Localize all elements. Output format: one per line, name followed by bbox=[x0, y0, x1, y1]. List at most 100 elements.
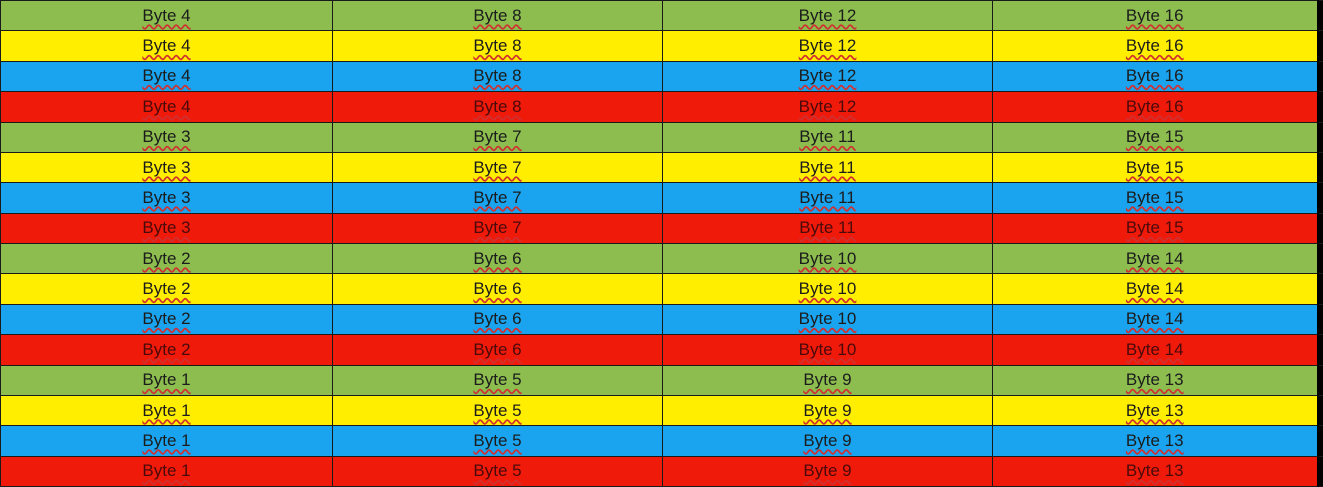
grid-cell[interactable]: Byte 4 bbox=[0, 60, 333, 93]
grid-cell[interactable]: Byte 9 bbox=[662, 455, 993, 487]
grid-cell[interactable]: Byte 10 bbox=[662, 334, 993, 366]
cell-label: Byte 5 bbox=[473, 461, 522, 481]
grid-cell[interactable]: Byte 12 bbox=[662, 30, 993, 62]
grid-cell[interactable]: Byte 14 bbox=[992, 242, 1318, 275]
grid-cell[interactable]: Byte 8 bbox=[332, 60, 663, 93]
grid-cell[interactable]: Byte 5 bbox=[332, 364, 663, 396]
cell-label: Byte 10 bbox=[798, 248, 857, 268]
cell-label: Byte 4 bbox=[142, 36, 191, 56]
cell-label: Byte 11 bbox=[799, 187, 856, 207]
grid-cell[interactable]: Byte 16 bbox=[992, 0, 1318, 32]
grid-cell[interactable]: Byte 3 bbox=[0, 121, 333, 153]
cell-label: Byte 9 bbox=[803, 461, 852, 481]
grid-cell[interactable]: Byte 3 bbox=[0, 151, 333, 184]
grid-cell[interactable]: Byte 13 bbox=[992, 394, 1318, 427]
grid-cell[interactable]: Byte 10 bbox=[662, 273, 993, 305]
grid-cell[interactable]: Byte 16 bbox=[992, 30, 1318, 62]
grid-cell[interactable]: Byte 11 bbox=[662, 121, 993, 153]
grid-cell[interactable]: Byte 7 bbox=[332, 121, 663, 153]
grid-cell[interactable]: Byte 1 bbox=[0, 364, 333, 396]
grid-edge bbox=[1316, 0, 1323, 32]
grid-cell[interactable]: Byte 15 bbox=[992, 151, 1318, 184]
grid-cell[interactable]: Byte 1 bbox=[0, 425, 333, 457]
grid-cell[interactable]: Byte 13 bbox=[992, 425, 1318, 457]
grid-cell[interactable]: Byte 9 bbox=[662, 364, 993, 396]
grid-cell[interactable]: Byte 15 bbox=[992, 121, 1318, 153]
grid-cell[interactable]: Byte 11 bbox=[662, 182, 993, 214]
grid-row: Byte 1 Byte 5 Byte 9 Byte 13 bbox=[0, 425, 1323, 457]
grid-cell[interactable]: Byte 7 bbox=[332, 182, 663, 214]
cell-label: Byte 10 bbox=[798, 339, 857, 359]
cell-label: Byte 6 bbox=[473, 309, 522, 329]
grid-cell[interactable]: Byte 14 bbox=[992, 273, 1318, 305]
cell-label: Byte 16 bbox=[1125, 5, 1184, 25]
grid-cell[interactable]: Byte 3 bbox=[0, 212, 333, 245]
cell-label: Byte 6 bbox=[473, 339, 522, 359]
grid-cell[interactable]: Byte 10 bbox=[662, 242, 993, 275]
cell-label: Byte 12 bbox=[798, 66, 857, 86]
cell-label: Byte 5 bbox=[473, 400, 522, 420]
grid-cell[interactable]: Byte 4 bbox=[0, 0, 333, 32]
grid-cell[interactable]: Byte 9 bbox=[662, 394, 993, 427]
grid-edge bbox=[1316, 182, 1323, 214]
cell-label: Byte 15 bbox=[1125, 187, 1184, 207]
grid-edge bbox=[1316, 30, 1323, 62]
grid-cell[interactable]: Byte 13 bbox=[992, 455, 1318, 487]
grid-cell[interactable]: Byte 3 bbox=[0, 182, 333, 214]
grid-row: Byte 3 Byte 7 Byte 11 Byte 15 bbox=[0, 182, 1323, 214]
grid-cell[interactable]: Byte 4 bbox=[0, 91, 333, 123]
cell-label: Byte 16 bbox=[1125, 36, 1184, 56]
grid-cell[interactable]: Byte 1 bbox=[0, 455, 333, 487]
grid-edge bbox=[1316, 334, 1323, 366]
cell-label: Byte 2 bbox=[142, 339, 191, 359]
grid-edge bbox=[1316, 425, 1323, 457]
grid-cell[interactable]: Byte 7 bbox=[332, 151, 663, 184]
grid-cell[interactable]: Byte 5 bbox=[332, 455, 663, 487]
grid-cell[interactable]: Byte 8 bbox=[332, 0, 663, 32]
grid-cell[interactable]: Byte 14 bbox=[992, 303, 1318, 336]
grid-cell[interactable]: Byte 8 bbox=[332, 30, 663, 62]
grid-cell[interactable]: Byte 15 bbox=[992, 182, 1318, 214]
grid-cell[interactable]: Byte 10 bbox=[662, 303, 993, 336]
cell-label: Byte 11 bbox=[799, 218, 856, 238]
grid-cell[interactable]: Byte 4 bbox=[0, 30, 333, 62]
grid-cell[interactable]: Byte 16 bbox=[992, 91, 1318, 123]
grid-cell[interactable]: Byte 9 bbox=[662, 425, 993, 457]
grid-row: Byte 3 Byte 7 Byte 11 Byte 15 bbox=[0, 121, 1323, 153]
grid-cell[interactable]: Byte 6 bbox=[332, 242, 663, 275]
grid-row: Byte 1 Byte 5 Byte 9 Byte 13 bbox=[0, 364, 1323, 396]
grid-cell[interactable]: Byte 8 bbox=[332, 91, 663, 123]
grid-cell[interactable]: Byte 2 bbox=[0, 334, 333, 366]
grid-cell[interactable]: Byte 5 bbox=[332, 425, 663, 457]
grid-cell[interactable]: Byte 12 bbox=[662, 60, 993, 93]
grid-row: Byte 4 Byte 8 Byte 12 Byte 16 bbox=[0, 0, 1323, 32]
grid-cell[interactable]: Byte 6 bbox=[332, 273, 663, 305]
grid-cell[interactable]: Byte 2 bbox=[0, 303, 333, 336]
grid-cell[interactable]: Byte 2 bbox=[0, 242, 333, 275]
grid-cell[interactable]: Byte 12 bbox=[662, 91, 993, 123]
cell-label: Byte 4 bbox=[142, 96, 191, 116]
byte-grid-body: Byte 4 Byte 8 Byte 12 Byte 16 Byte 4 Byte 8 By… bbox=[0, 0, 1323, 487]
grid-cell[interactable]: Byte 11 bbox=[662, 212, 993, 245]
cell-label: Byte 1 bbox=[142, 461, 191, 481]
grid-cell[interactable]: Byte 2 bbox=[0, 273, 333, 305]
grid-cell[interactable]: Byte 12 bbox=[662, 0, 993, 32]
grid-cell[interactable]: Byte 6 bbox=[332, 303, 663, 336]
grid-cell[interactable]: Byte 7 bbox=[332, 212, 663, 245]
grid-cell[interactable]: Byte 15 bbox=[992, 212, 1318, 245]
grid-cell[interactable]: Byte 5 bbox=[332, 394, 663, 427]
grid-cell[interactable]: Byte 11 bbox=[662, 151, 993, 184]
grid-cell[interactable]: Byte 13 bbox=[992, 364, 1318, 396]
grid-cell[interactable]: Byte 16 bbox=[992, 60, 1318, 93]
cell-label: Byte 4 bbox=[142, 5, 191, 25]
grid-row: Byte 1 Byte 5 Byte 9 Byte 13 bbox=[0, 455, 1323, 487]
cell-label: Byte 9 bbox=[803, 430, 852, 450]
grid-cell[interactable]: Byte 14 bbox=[992, 334, 1318, 366]
cell-label: Byte 14 bbox=[1125, 309, 1184, 329]
cell-label: Byte 14 bbox=[1125, 279, 1184, 299]
cell-label: Byte 8 bbox=[473, 66, 522, 86]
cell-label: Byte 9 bbox=[803, 370, 852, 390]
cell-label: Byte 13 bbox=[1125, 461, 1184, 481]
grid-cell[interactable]: Byte 1 bbox=[0, 394, 333, 427]
grid-cell[interactable]: Byte 6 bbox=[332, 334, 663, 366]
